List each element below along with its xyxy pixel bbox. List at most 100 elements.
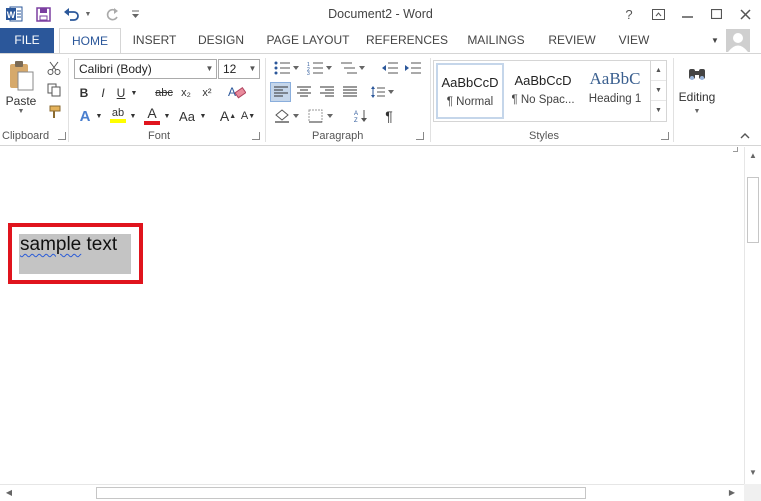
ribbon-tabs: FILE HOME INSERT DESIGN PAGE LAYOUT REFE… xyxy=(0,28,761,54)
editing-button[interactable]: Editing ▼ xyxy=(676,58,718,122)
strikethrough-button[interactable]: abc xyxy=(153,84,175,102)
borders-button[interactable] xyxy=(306,106,336,126)
style-heading-1[interactable]: AaBbC Heading 1 xyxy=(580,63,650,119)
gallery-down-icon[interactable]: ▼ xyxy=(651,81,666,101)
justify-button[interactable] xyxy=(339,82,360,102)
annotation-highlight-box xyxy=(8,223,143,284)
tab-mailings[interactable]: MAILINGS xyxy=(461,28,531,53)
styles-launcher-icon[interactable] xyxy=(661,132,669,140)
close-button[interactable] xyxy=(734,4,756,24)
font-color-button[interactable]: A xyxy=(143,104,161,126)
style-name: Heading 1 xyxy=(588,93,642,105)
copy-icon[interactable] xyxy=(44,81,64,99)
style-normal[interactable]: AaBbCcD ¶ Normal xyxy=(436,63,504,119)
text-effects-caret-icon[interactable]: ▼ xyxy=(94,106,104,126)
svg-text:A: A xyxy=(228,85,236,99)
decrease-indent-icon[interactable] xyxy=(380,59,400,77)
collapse-ribbon-caret-icon[interactable]: ▼ xyxy=(707,28,723,53)
scroll-down-icon[interactable]: ▼ xyxy=(745,465,761,481)
clipboard-launcher-icon[interactable] xyxy=(58,132,66,140)
scroll-right-icon[interactable]: ▶ xyxy=(724,485,740,501)
clipboard-group-label: Clipboard xyxy=(2,130,50,142)
paragraph-group-label: Paragraph xyxy=(312,130,364,142)
paragraph-launcher-icon[interactable] xyxy=(416,132,424,140)
separator xyxy=(265,58,266,142)
tab-insert[interactable]: INSERT xyxy=(127,28,182,53)
underline-button[interactable]: U xyxy=(113,84,129,102)
font-family-dropdown[interactable]: Calibri (Body) ▼ xyxy=(74,59,217,79)
align-center-button[interactable] xyxy=(293,82,314,102)
view-ruler-toggle[interactable] xyxy=(733,147,738,152)
paste-button[interactable]: Paste ▼ xyxy=(4,58,38,116)
shading-button[interactable] xyxy=(272,106,302,126)
line-spacing-button[interactable] xyxy=(368,82,396,102)
gallery-more-icon[interactable]: ▼ xyxy=(651,101,666,121)
sort-icon[interactable]: AZ xyxy=(352,106,370,126)
maximize-button[interactable] xyxy=(705,4,727,24)
change-case-caret-icon[interactable]: ▼ xyxy=(198,106,208,126)
bold-button[interactable]: B xyxy=(76,84,92,102)
ribbon-display-options-icon[interactable] xyxy=(647,4,669,24)
minimize-button[interactable] xyxy=(676,4,698,24)
style-preview: AaBbCcD xyxy=(441,75,499,90)
highlight-icon: ab xyxy=(111,107,125,119)
gallery-up-icon[interactable]: ▲ xyxy=(651,61,666,81)
tab-review[interactable]: REVIEW xyxy=(544,28,600,53)
highlight-caret-icon[interactable]: ▼ xyxy=(128,106,138,126)
title-bar: W ▼ Document2 - Word ? xyxy=(0,0,761,28)
separator xyxy=(68,58,69,142)
align-right-button[interactable] xyxy=(316,82,337,102)
style-no-spacing[interactable]: AaBbCcD ¶ No Spac... xyxy=(508,63,578,119)
text-effects-button[interactable]: A xyxy=(76,106,94,126)
font-size-dropdown[interactable]: 12 ▼ xyxy=(218,59,260,79)
ribbon-home: Paste ▼ Clipboard Calibri (Body) ▼ 12 ▼ … xyxy=(0,53,761,146)
scroll-left-icon[interactable]: ◀ xyxy=(1,485,17,501)
font-color-swatch xyxy=(144,121,160,125)
increase-indent-icon[interactable] xyxy=(403,59,423,77)
font-color-caret-icon[interactable]: ▼ xyxy=(162,106,172,126)
cut-icon[interactable] xyxy=(44,59,64,77)
styles-group-label: Styles xyxy=(529,130,559,142)
paste-label: Paste xyxy=(5,93,37,108)
font-family-value: Calibri (Body) xyxy=(79,62,152,76)
svg-text:Z: Z xyxy=(354,118,358,123)
styles-gallery: AaBbCcD ¶ Normal AaBbCcD ¶ No Spac... Aa… xyxy=(433,60,651,122)
vertical-scrollbar[interactable]: ▲ ▼ xyxy=(744,147,761,484)
italic-button[interactable]: I xyxy=(95,84,111,102)
format-painter-icon[interactable] xyxy=(44,103,64,121)
vertical-scroll-thumb[interactable] xyxy=(747,177,759,243)
multilevel-list-button[interactable] xyxy=(338,59,368,77)
tab-page-layout[interactable]: PAGE LAYOUT xyxy=(262,28,354,53)
tab-file[interactable]: FILE xyxy=(0,28,54,53)
collapse-ribbon-icon[interactable] xyxy=(738,130,752,142)
numbering-button[interactable]: 123 xyxy=(305,59,335,77)
font-size-value: 12 xyxy=(223,62,237,76)
tab-design[interactable]: DESIGN xyxy=(192,28,250,53)
subscript-button[interactable]: x₂ xyxy=(177,84,195,102)
tab-home[interactable]: HOME xyxy=(59,28,121,54)
horizontal-scrollbar[interactable]: ◀ ▶ xyxy=(0,484,744,501)
user-avatar[interactable] xyxy=(726,29,750,52)
grow-font-button[interactable]: A ▲ xyxy=(219,106,237,126)
highlight-color-button[interactable]: ab xyxy=(108,104,128,126)
horizontal-scroll-thumb[interactable] xyxy=(96,487,586,499)
scroll-up-icon[interactable]: ▲ xyxy=(745,148,761,164)
show-formatting-marks-button[interactable]: ¶ xyxy=(380,106,398,126)
style-name: ¶ Normal xyxy=(446,96,494,108)
bullets-button[interactable] xyxy=(272,59,302,77)
grow-font-icon: A xyxy=(219,108,230,124)
clear-formatting-icon[interactable]: A xyxy=(226,82,248,102)
tab-references[interactable]: REFERENCES xyxy=(366,28,448,53)
document-page[interactable] xyxy=(0,147,744,484)
separator xyxy=(430,58,431,142)
svg-text:3: 3 xyxy=(307,71,310,75)
shrink-font-button[interactable]: A ▼ xyxy=(239,106,257,126)
underline-dropdown-caret-icon[interactable]: ▼ xyxy=(129,84,139,102)
help-button[interactable]: ? xyxy=(618,4,640,24)
chevron-down-icon: ▼ xyxy=(202,60,216,78)
tab-view[interactable]: VIEW xyxy=(612,28,656,53)
align-left-button[interactable] xyxy=(270,82,291,102)
font-launcher-icon[interactable] xyxy=(252,132,260,140)
change-case-button[interactable]: Aa xyxy=(176,106,198,126)
superscript-button[interactable]: x² xyxy=(198,84,216,102)
